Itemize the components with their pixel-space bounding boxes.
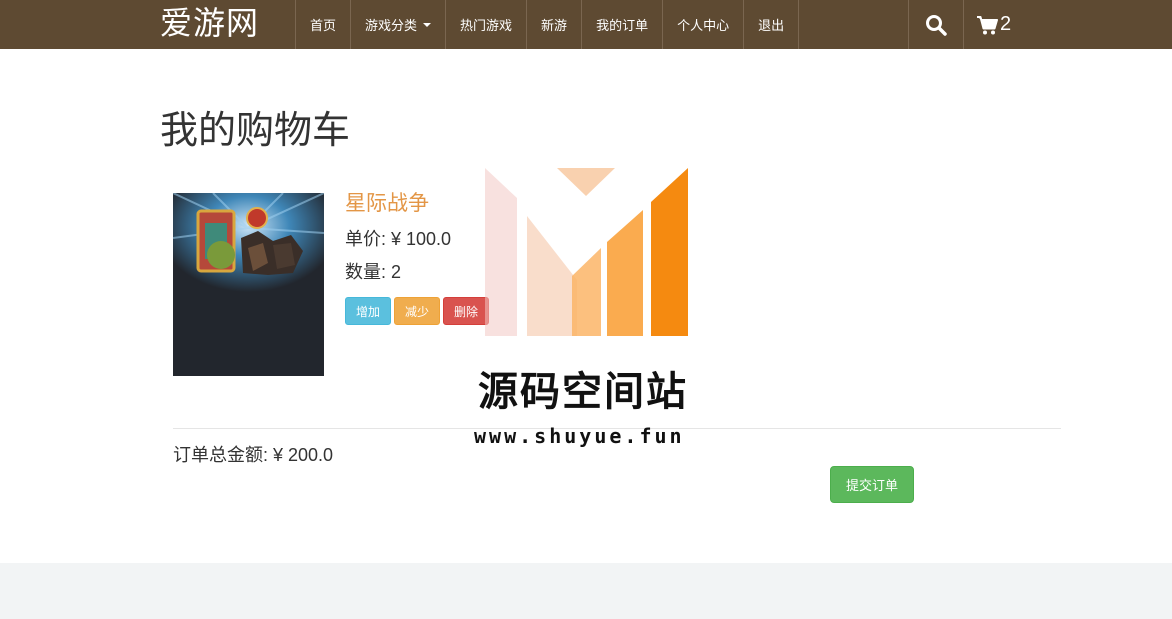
nav-item-hot-games[interactable]: 热门游戏 bbox=[446, 0, 528, 49]
cart-count-badge: 2 bbox=[1000, 13, 1012, 35]
footer bbox=[0, 563, 1172, 619]
watermark-url: www.shuyue.fun bbox=[474, 424, 685, 448]
nav-item-my-orders[interactable]: 我的订单 bbox=[582, 0, 664, 49]
caret-down-icon bbox=[423, 22, 432, 27]
brand-logo[interactable]: 爱游网 bbox=[160, 3, 259, 43]
product-name-link[interactable]: 星际战争 bbox=[345, 191, 429, 217]
shopping-cart-icon bbox=[977, 15, 998, 34]
order-total: 订单总金额: ¥ 200.0 bbox=[173, 445, 334, 465]
cart-button[interactable]: 2 bbox=[964, 0, 1027, 49]
nav-item-label: 游戏分类 bbox=[365, 18, 418, 33]
delete-button[interactable]: 删除 bbox=[443, 297, 490, 325]
nav-item-label: 我的订单 bbox=[596, 18, 649, 33]
product-price: 单价: ¥ 100.0 bbox=[345, 229, 452, 249]
page-title: 我的购物车 bbox=[160, 110, 351, 152]
watermark-logo bbox=[485, 168, 688, 336]
nav-item-game-categories[interactable]: 游戏分类 bbox=[351, 0, 447, 49]
nav-item-logout[interactable]: 退出 bbox=[744, 0, 800, 49]
product-quantity: 数量: 2 bbox=[345, 262, 402, 282]
nav-item-label: 个人中心 bbox=[677, 18, 730, 33]
submit-order-button[interactable]: 提交订单 bbox=[830, 466, 914, 503]
watermark-title: 源码空间站 bbox=[478, 369, 688, 415]
nav-item-new-games[interactable]: 新游 bbox=[527, 0, 583, 49]
nav-item-user-center[interactable]: 个人中心 bbox=[663, 0, 745, 49]
top-navbar: 爱游网 首页 游戏分类 热门游戏 新游 我的订单 个人中心 退出 2 bbox=[0, 0, 1172, 49]
nav-item-label: 退出 bbox=[758, 18, 785, 33]
cart-item-actions: 增加 减少 删除 bbox=[345, 297, 490, 325]
search-button[interactable] bbox=[909, 0, 964, 49]
nav-item-label: 热门游戏 bbox=[460, 18, 513, 33]
product-image[interactable] bbox=[173, 193, 324, 376]
decrease-button[interactable]: 减少 bbox=[394, 297, 441, 325]
search-icon bbox=[926, 14, 947, 36]
nav-right: 2 bbox=[908, 0, 1027, 49]
nav-item-label: 首页 bbox=[310, 18, 337, 33]
increase-button[interactable]: 增加 bbox=[345, 297, 392, 325]
nav-item-label: 新游 bbox=[541, 18, 568, 33]
nav-item-home[interactable]: 首页 bbox=[296, 0, 352, 49]
main-nav: 首页 游戏分类 热门游戏 新游 我的订单 个人中心 退出 bbox=[295, 0, 800, 49]
